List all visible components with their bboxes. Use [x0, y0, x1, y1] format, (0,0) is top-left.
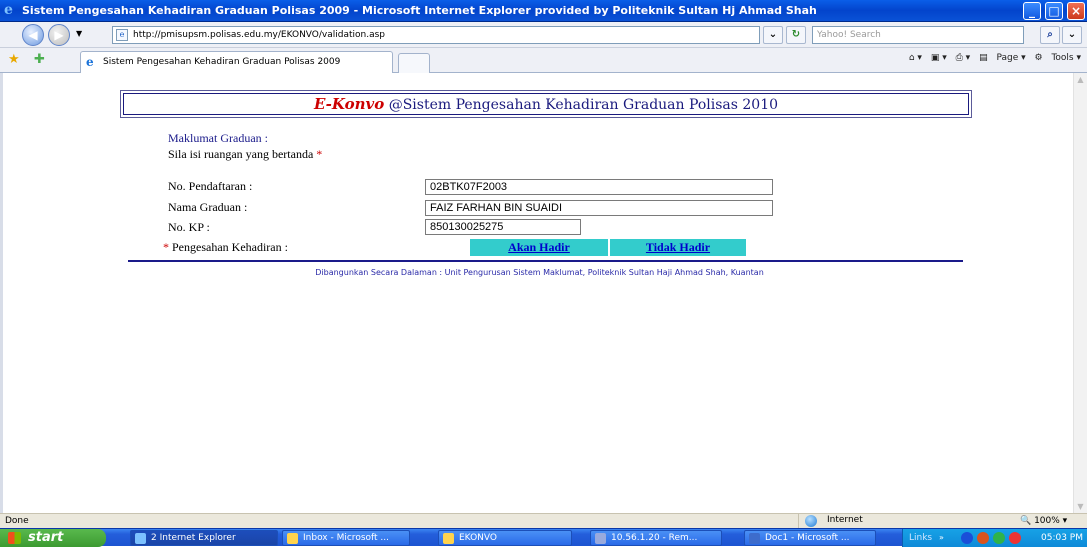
new-tab-button[interactable]	[398, 53, 430, 73]
clock: 05:03 PM	[1041, 533, 1083, 543]
tools-menu[interactable]: ⚙ Tools ▾	[1035, 53, 1082, 63]
nama-graduan-field[interactable]: FAIZ FARHAN BIN SUAIDI	[425, 200, 773, 216]
search-options-icon[interactable]: ⌄	[1062, 26, 1082, 44]
section-title: Maklumat Graduan :	[168, 131, 268, 145]
address-dropdown-icon[interactable]: ⌄	[763, 26, 783, 44]
history-dropdown-icon[interactable]: ▼	[76, 29, 82, 38]
start-label: start	[28, 530, 64, 545]
address-input[interactable]: e http://pmisupsm.polisas.edu.my/EKONVO/…	[112, 26, 760, 44]
tidak-hadir-button[interactable]: Tidak Hadir	[610, 239, 746, 256]
start-button[interactable]: start	[0, 529, 106, 547]
taskbar-item-remote[interactable]: 10.56.1.20 - Rem...	[590, 530, 722, 546]
browser-window: e Sistem Pengesahan Kehadiran Graduan Po…	[0, 0, 1087, 547]
scroll-up-icon[interactable]: ▲	[1074, 73, 1087, 86]
command-bar: ⌂ ▾ ▣ ▾ ⎙ ▾ ▤ Page ▾ ⚙ Tools ▾	[903, 53, 1081, 63]
taskbar-item-ie[interactable]: 2 Internet Explorer	[130, 530, 278, 546]
network-icon[interactable]	[961, 532, 973, 544]
taskbar-item-label: Inbox - Microsoft ...	[303, 533, 389, 543]
header-title: @Sistem Pengesahan Kehadiran Graduan Pol…	[388, 97, 779, 113]
chevron-icon[interactable]: »	[939, 529, 944, 547]
feeds-icon[interactable]: ▣ ▾	[931, 53, 947, 63]
search-icon[interactable]: ⌕	[1040, 26, 1060, 44]
links-toolbar[interactable]: Links	[909, 529, 932, 547]
instruction-text: Sila isi ruangan yang bertanda *	[168, 147, 322, 162]
ie-tab-icon: e	[86, 55, 94, 69]
security-tray-icon[interactable]	[993, 532, 1005, 544]
home-icon[interactable]: ⌂ ▾	[909, 53, 922, 63]
status-bar: Done Internet 🔍 100% ▾	[0, 513, 1087, 528]
taskbar-item-doc[interactable]: Doc1 - Microsoft ...	[744, 530, 876, 546]
favorites-star-icon[interactable]: ★	[8, 52, 20, 67]
page-header-box: E-Konvo @Sistem Pengesahan Kehadiran Gra…	[120, 90, 972, 118]
folder-icon	[443, 533, 454, 544]
window-title: Sistem Pengesahan Kehadiran Graduan Poli…	[22, 4, 817, 17]
taskbar-item-label: 2 Internet Explorer	[151, 533, 236, 543]
scroll-down-icon[interactable]: ▼	[1074, 500, 1087, 513]
forward-button[interactable]: ▶	[48, 24, 70, 46]
no-pendaftaran-label: No. Pendaftaran :	[168, 179, 253, 193]
add-favorite-icon[interactable]: ✚	[34, 52, 45, 67]
zone-label: Internet	[827, 515, 863, 525]
outlook-icon	[287, 533, 298, 544]
back-button[interactable]: ◀	[22, 24, 44, 46]
taskbar-item-label: EKONVO	[459, 533, 497, 543]
brand-title: E-Konvo	[313, 95, 385, 113]
close-button[interactable]: ×	[1067, 2, 1085, 20]
address-url: http://pmisupsm.polisas.edu.my/EKONVO/va…	[133, 30, 386, 40]
tab-active[interactable]: e Sistem Pengesahan Kehadiran Graduan Po…	[80, 51, 393, 73]
search-placeholder: Yahoo! Search	[817, 30, 881, 40]
security-zone[interactable]: Internet	[798, 514, 968, 528]
tab-bar: ★ ✚ e Sistem Pengesahan Kehadiran Gradua…	[0, 48, 1087, 73]
taskbar-item-label: 10.56.1.20 - Rem...	[611, 533, 698, 543]
page-menu-label: Page	[996, 53, 1019, 63]
zoom-level: 100%	[1034, 516, 1060, 526]
divider	[128, 260, 963, 262]
required-mark: *	[316, 147, 323, 161]
taskbar-item-ekonvo[interactable]: EKONVO	[438, 530, 572, 546]
title-bar: e Sistem Pengesahan Kehadiran Graduan Po…	[0, 0, 1087, 22]
vertical-scrollbar[interactable]: ▲ ▼	[1073, 73, 1087, 513]
zoom-control[interactable]: 🔍 100% ▾	[1020, 515, 1067, 528]
page-icon: e	[116, 29, 128, 41]
print-icon[interactable]: ⎙ ▾	[956, 53, 971, 63]
taskbar: start 2 Internet Explorer Inbox - Micros…	[0, 528, 1087, 547]
taskbar-item-inbox[interactable]: Inbox - Microsoft ...	[282, 530, 410, 546]
pengesahan-kehadiran-label: * Pengesahan Kehadiran :	[163, 240, 288, 255]
no-pendaftaran-field[interactable]: 02BTK07F2003	[425, 179, 773, 195]
antivirus-tray-icon[interactable]	[1009, 532, 1021, 544]
nama-graduan-label: Nama Graduan :	[168, 200, 248, 214]
system-tray: Links » 05:03 PM	[902, 529, 1087, 547]
status-text: Done	[5, 516, 29, 526]
minimize-button[interactable]: _	[1023, 2, 1041, 20]
tools-menu-label: Tools	[1051, 53, 1074, 63]
globe-icon	[805, 515, 817, 527]
remote-desktop-icon	[595, 533, 606, 544]
no-kp-label: No. KP :	[168, 220, 210, 234]
ie-icon	[135, 533, 146, 544]
address-toolbar: ◀ ▶ ▼ e http://pmisupsm.polisas.edu.my/E…	[0, 22, 1087, 48]
maximize-button[interactable]: □	[1045, 2, 1063, 20]
no-kp-field[interactable]: 850130025275	[425, 219, 581, 235]
pengesahan-label: Pengesahan Kehadiran :	[172, 240, 288, 254]
word-icon	[749, 533, 760, 544]
akan-hadir-button[interactable]: Akan Hadir	[470, 239, 608, 256]
outlook-tray-icon[interactable]	[977, 532, 989, 544]
tab-title: Sistem Pengesahan Kehadiran Graduan Poli…	[103, 57, 341, 67]
refresh-icon[interactable]: ↻	[786, 26, 806, 44]
windows-logo-icon	[8, 532, 21, 544]
instruction-label: Sila isi ruangan yang bertanda	[168, 147, 314, 161]
required-mark: *	[163, 240, 169, 254]
page-header: E-Konvo @Sistem Pengesahan Kehadiran Gra…	[123, 93, 969, 115]
footer-text: Dibangunkan Secara Dalaman : Unit Pengur…	[315, 268, 764, 277]
ie-logo-icon: e	[4, 2, 13, 18]
page-viewport: E-Konvo @Sistem Pengesahan Kehadiran Gra…	[0, 73, 1087, 513]
taskbar-item-label: Doc1 - Microsoft ...	[765, 533, 850, 543]
search-input[interactable]: Yahoo! Search	[812, 26, 1024, 44]
page-menu[interactable]: ▤ Page ▾	[979, 53, 1026, 63]
